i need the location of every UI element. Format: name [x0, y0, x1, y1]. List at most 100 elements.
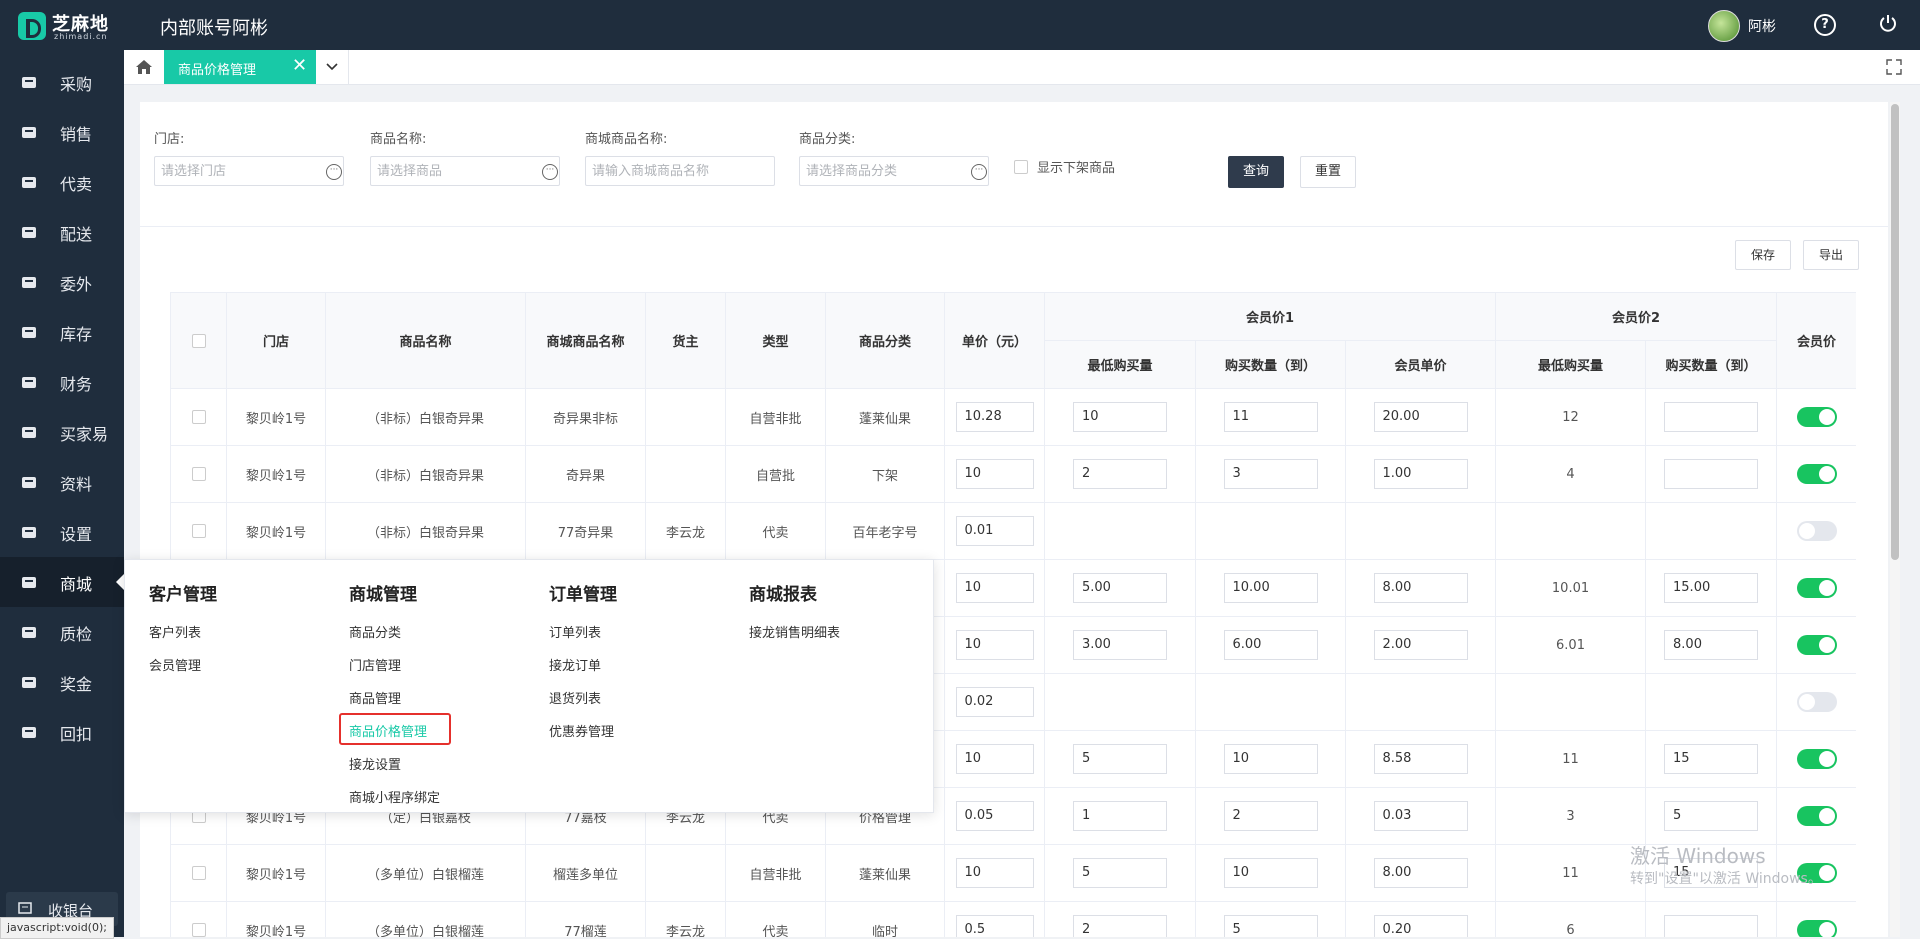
menu-item[interactable]: 门店管理 [349, 655, 401, 674]
m1-min-input[interactable]: 5 [1073, 858, 1167, 888]
m1-min-input[interactable]: 2 [1073, 915, 1167, 937]
query-button[interactable]: 查询 [1228, 156, 1284, 188]
m1-unit-input[interactable]: 8.58 [1373, 744, 1468, 774]
unit-price-input[interactable]: 10 [955, 744, 1034, 774]
m2-to-input[interactable]: 8.00 [1664, 630, 1759, 660]
store-input[interactable] [154, 156, 344, 186]
unit-price-input[interactable]: 10 [955, 630, 1034, 660]
sidebar-item-8[interactable]: 资料 [0, 457, 124, 507]
m2-to-input[interactable]: 5 [1664, 801, 1759, 831]
sidebar-item-1[interactable]: 销售 [0, 107, 124, 157]
more-icon[interactable]: ··· [971, 164, 987, 180]
m1-to-input[interactable]: 10 [1223, 858, 1318, 888]
row-checkbox[interactable] [191, 923, 206, 937]
m2-to-input[interactable] [1664, 459, 1759, 489]
member-price-toggle[interactable] [1796, 407, 1837, 427]
unit-price-input[interactable]: 0.02 [955, 687, 1034, 717]
more-icon[interactable]: ··· [542, 164, 558, 180]
unit-price-input[interactable]: 10 [955, 573, 1034, 603]
menu-item[interactable]: 优惠券管理 [549, 721, 614, 740]
unit-price-input[interactable]: 10.28 [955, 402, 1034, 432]
m1-to-input[interactable]: 10.00 [1223, 573, 1318, 603]
unit-price-input[interactable]: 10 [955, 858, 1034, 888]
category-input[interactable] [799, 156, 989, 186]
m1-to-input[interactable]: 5 [1223, 915, 1318, 937]
home-icon[interactable] [124, 50, 164, 84]
menu-item[interactable]: 接龙销售明细表 [749, 622, 840, 641]
member-price-toggle[interactable] [1796, 464, 1837, 484]
m1-min-input[interactable]: 10 [1073, 402, 1167, 432]
unit-price-input[interactable]: 10 [955, 459, 1034, 489]
row-checkbox[interactable] [191, 524, 206, 538]
member-price-toggle[interactable] [1796, 578, 1837, 598]
select-all-checkbox[interactable] [191, 333, 206, 348]
user-name[interactable]: 阿彬 [1748, 16, 1776, 36]
m1-unit-input[interactable]: 0.20 [1373, 915, 1468, 937]
m1-unit-input[interactable]: 0.03 [1373, 801, 1468, 831]
menu-item[interactable]: 商品分类 [349, 622, 401, 641]
sidebar-item-4[interactable]: 委外 [0, 257, 124, 307]
show-offshelf-checkbox[interactable] [1014, 160, 1028, 174]
member-price-toggle[interactable] [1796, 692, 1837, 712]
chevron-down-icon[interactable] [316, 50, 349, 84]
menu-item[interactable]: 订单列表 [549, 622, 601, 641]
menu-item[interactable]: 接龙订单 [549, 655, 601, 674]
help-icon[interactable]: ? [1814, 14, 1836, 36]
export-button[interactable]: 导出 [1803, 240, 1859, 270]
unit-price-input[interactable]: 0.05 [955, 801, 1034, 831]
scrollbar-thumb[interactable] [1891, 104, 1899, 560]
m2-to-input[interactable]: 15 [1664, 744, 1759, 774]
menu-item[interactable]: 会员管理 [149, 655, 201, 674]
m1-to-input[interactable]: 6.00 [1223, 630, 1318, 660]
sidebar-item-9[interactable]: 设置 [0, 507, 124, 557]
m1-to-input[interactable]: 3 [1223, 459, 1318, 489]
menu-item[interactable]: 商城小程序绑定 [349, 787, 440, 806]
member-price-toggle[interactable] [1796, 920, 1837, 937]
m1-to-input[interactable]: 11 [1223, 402, 1318, 432]
m1-min-input[interactable]: 3.00 [1073, 630, 1167, 660]
unit-price-input[interactable]: 0.5 [955, 915, 1034, 937]
sidebar-item-0[interactable]: 采购 [0, 57, 124, 107]
sidebar-item-7[interactable]: 买家易 [0, 407, 124, 457]
menu-item[interactable]: 退货列表 [549, 688, 601, 707]
member-price-toggle[interactable] [1796, 635, 1837, 655]
row-checkbox[interactable] [191, 866, 206, 880]
sidebar-item-2[interactable]: 代卖 [0, 157, 124, 207]
table-row[interactable]: 黎贝岭1号 （多单位）白银榴莲 77榴莲 李云龙 代卖 临时 0.5 2 5 0.20 6 [170, 901, 1856, 937]
menu-item[interactable]: 接龙设置 [349, 754, 401, 773]
sidebar-item-5[interactable]: 库存 [0, 307, 124, 357]
m2-to-input[interactable]: 15.00 [1664, 573, 1759, 603]
close-icon[interactable]: ✕ [292, 55, 307, 76]
table-row[interactable]: 黎贝岭1号 （非标）白银奇异果 77奇异果 李云龙 代卖 百年老字号 0.01 [170, 502, 1856, 560]
m1-min-input[interactable]: 5 [1073, 744, 1167, 774]
logo[interactable]: 芝麻地 zhimadi.cn [18, 10, 124, 41]
menu-item[interactable]: 客户列表 [149, 622, 201, 641]
product-input[interactable] [370, 156, 560, 186]
table-row[interactable]: 黎贝岭1号 （非标）白银奇异果 奇异果非标 自营非批 蓬莱仙果 10.28 10 11 20.0… [170, 388, 1856, 446]
m1-unit-input[interactable]: 8.00 [1373, 858, 1468, 888]
member-price-toggle[interactable] [1796, 521, 1837, 541]
m1-min-input[interactable]: 1 [1073, 801, 1167, 831]
m1-unit-input[interactable]: 2.00 [1373, 630, 1468, 660]
tab-price-management[interactable]: 商品价格管理 ✕ [164, 50, 316, 84]
m1-min-input[interactable]: 5.00 [1073, 573, 1167, 603]
row-checkbox[interactable] [191, 410, 206, 424]
m2-to-input[interactable] [1664, 402, 1759, 432]
m1-to-input[interactable]: 10 [1223, 744, 1318, 774]
table-row[interactable]: 黎贝岭1号 （非标）白银奇异果 奇异果 自营批 下架 10 2 3 1.00 4 [170, 445, 1856, 503]
m1-unit-input[interactable]: 20.00 [1373, 402, 1468, 432]
sidebar-item-10[interactable]: 商城 [0, 557, 124, 607]
unit-price-input[interactable]: 0.01 [955, 516, 1034, 546]
fullscreen-icon[interactable] [1886, 59, 1902, 75]
menu-item[interactable]: 商品管理 [349, 688, 401, 707]
member-price-toggle[interactable] [1796, 806, 1837, 826]
avatar[interactable] [1708, 10, 1740, 42]
m1-unit-input[interactable]: 1.00 [1373, 459, 1468, 489]
m1-unit-input[interactable]: 8.00 [1373, 573, 1468, 603]
sidebar-item-12[interactable]: 奖金 [0, 657, 124, 707]
reset-button[interactable]: 重置 [1300, 156, 1356, 188]
row-checkbox[interactable] [191, 467, 206, 481]
sidebar-item-3[interactable]: 配送 [0, 207, 124, 257]
mall-product-input[interactable] [585, 156, 775, 186]
member-price-toggle[interactable] [1796, 749, 1837, 769]
